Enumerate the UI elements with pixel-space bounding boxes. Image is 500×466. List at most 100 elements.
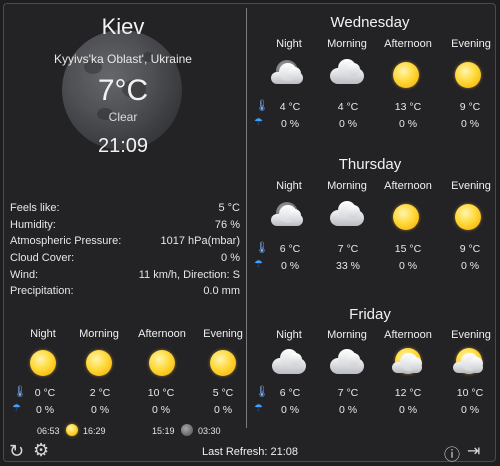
temp-afternoon: 13 °C <box>394 101 422 113</box>
sun-icon <box>393 62 419 88</box>
today-temp-night: 0 °C <box>34 387 56 399</box>
detail-value: 0.0 mm <box>203 285 240 298</box>
today-precip-afternoon: 0 % <box>151 404 171 416</box>
cloud-icon <box>330 349 364 374</box>
detail-value: 0 % <box>221 252 240 265</box>
precip-night: 0 % <box>280 260 300 272</box>
detail-row-precipitation: Precipitation: 0.0 mm <box>10 283 240 300</box>
temp-morning: 7 °C <box>337 243 359 255</box>
detail-value: 1017 hPa(mbar) <box>160 235 241 248</box>
sun-icon <box>210 350 236 376</box>
cloud-icon <box>272 349 306 374</box>
temp-morning: 7 °C <box>337 387 359 399</box>
temp-evening: 9 °C <box>459 101 481 113</box>
period-evening: Evening <box>451 329 491 341</box>
detail-label: Wind: <box>10 268 39 281</box>
detail-label: Atmospheric Pressure: <box>10 235 122 248</box>
umbrella-icon: ☂ <box>254 403 263 414</box>
detail-label: Precipitation: <box>10 285 74 298</box>
moon-cloud-icon-cloud <box>271 205 303 226</box>
temp-afternoon: 15 °C <box>394 243 422 255</box>
moon-cloud-icon-cloud <box>271 63 303 84</box>
moon-small-icon <box>181 424 193 436</box>
cloud-icon <box>330 59 364 84</box>
today-precip-evening: 0 % <box>213 404 233 416</box>
precip-evening: 0 % <box>460 260 480 272</box>
umbrella-icon: ☂ <box>254 117 263 128</box>
precip-night: 0 % <box>280 404 300 416</box>
period-evening: Evening <box>451 180 491 192</box>
period-night: Night <box>276 180 302 192</box>
sunset-time: 16:29 <box>83 426 106 436</box>
detail-value: 76 % <box>214 218 240 231</box>
current-condition: Clear <box>108 110 138 124</box>
sun-cloud-icon-cloud <box>392 353 422 373</box>
period-morning: Morning <box>327 38 367 50</box>
period-afternoon: Afternoon <box>384 329 432 341</box>
period-night: Night <box>276 329 302 341</box>
today-period-afternoon: Afternoon <box>138 328 186 340</box>
detail-label: Feels like: <box>10 202 60 214</box>
details-list: Feels like: 5 °C Humidity: 76 % Atmospheri… <box>10 200 240 300</box>
precip-morning: 0 % <box>338 118 358 130</box>
sun-icon <box>149 350 175 376</box>
period-evening: Evening <box>451 38 491 50</box>
temp-night: 6 °C <box>279 387 301 399</box>
temp-evening: 10 °C <box>456 387 484 399</box>
detail-row-feels-like: Feels like: 5 °C <box>10 200 240 217</box>
detail-label: Cloud Cover: <box>10 252 75 265</box>
info-icon[interactable]: ⓘ <box>444 441 460 465</box>
sun-icon <box>30 350 56 376</box>
sun-icon <box>393 204 419 230</box>
moonset-time: 03:30 <box>198 426 221 436</box>
today-precip-night: 0 % <box>35 404 55 416</box>
precip-morning: 0 % <box>338 404 358 416</box>
today-precip-morning: 0 % <box>90 404 110 416</box>
last-refresh: Last Refresh: 21:08 <box>201 446 298 458</box>
precip-night: 0 % <box>280 118 300 130</box>
forecast-day-title: Friday <box>349 306 391 323</box>
period-morning: Morning <box>327 329 367 341</box>
period-afternoon: Afternoon <box>384 38 432 50</box>
temp-night: 4 °C <box>279 101 301 113</box>
sun-icon <box>86 350 112 376</box>
cloud-icon <box>330 201 364 226</box>
today-period-evening: Evening <box>203 328 243 340</box>
today-period-night: Night <box>30 328 56 340</box>
today-temp-afternoon: 10 °C <box>147 387 175 399</box>
precip-evening: 0 % <box>460 118 480 130</box>
panel-divider <box>246 8 247 428</box>
period-morning: Morning <box>327 180 367 192</box>
region-name: Kyyivs'ka Oblast', Ukraine <box>54 52 192 66</box>
sunrise-time: 06:53 <box>37 426 60 436</box>
detail-label: Humidity: <box>10 218 56 231</box>
sun-icon <box>455 62 481 88</box>
forecast-day-title: Wednesday <box>330 14 410 31</box>
period-night: Night <box>276 38 302 50</box>
current-temperature: 7°C <box>97 74 149 107</box>
moonrise-time: 15:19 <box>152 426 175 436</box>
temp-afternoon: 12 °C <box>394 387 422 399</box>
detail-row-humidity: Humidity: 76 % <box>10 217 240 234</box>
temp-night: 6 °C <box>279 243 301 255</box>
precip-evening: 0 % <box>460 404 480 416</box>
period-afternoon: Afternoon <box>384 180 432 192</box>
precip-afternoon: 0 % <box>398 404 418 416</box>
detail-row-pressure: Atmospheric Pressure: 1017 hPa(mbar) <box>10 233 240 250</box>
detail-value: 5 °C <box>218 202 240 214</box>
local-time: 21:09 <box>97 135 149 157</box>
precip-afternoon: 0 % <box>398 118 418 130</box>
temp-morning: 4 °C <box>337 101 359 113</box>
precip-morning: 33 % <box>336 260 360 272</box>
forecast-day-title: Thursday <box>338 156 402 173</box>
city-name: Kiev <box>101 14 145 39</box>
today-temp-evening: 5 °C <box>212 387 234 399</box>
precip-afternoon: 0 % <box>398 260 418 272</box>
temp-evening: 9 °C <box>459 243 481 255</box>
sun-icon <box>455 204 481 230</box>
exit-icon[interactable]: ⇥ <box>467 441 480 461</box>
sun-small-icon <box>66 424 78 436</box>
detail-row-cloud-cover: Cloud Cover: 0 % <box>10 250 240 267</box>
detail-value: 11 km/h, Direction: S <box>138 268 240 281</box>
today-temp-morning: 2 °C <box>89 387 111 399</box>
